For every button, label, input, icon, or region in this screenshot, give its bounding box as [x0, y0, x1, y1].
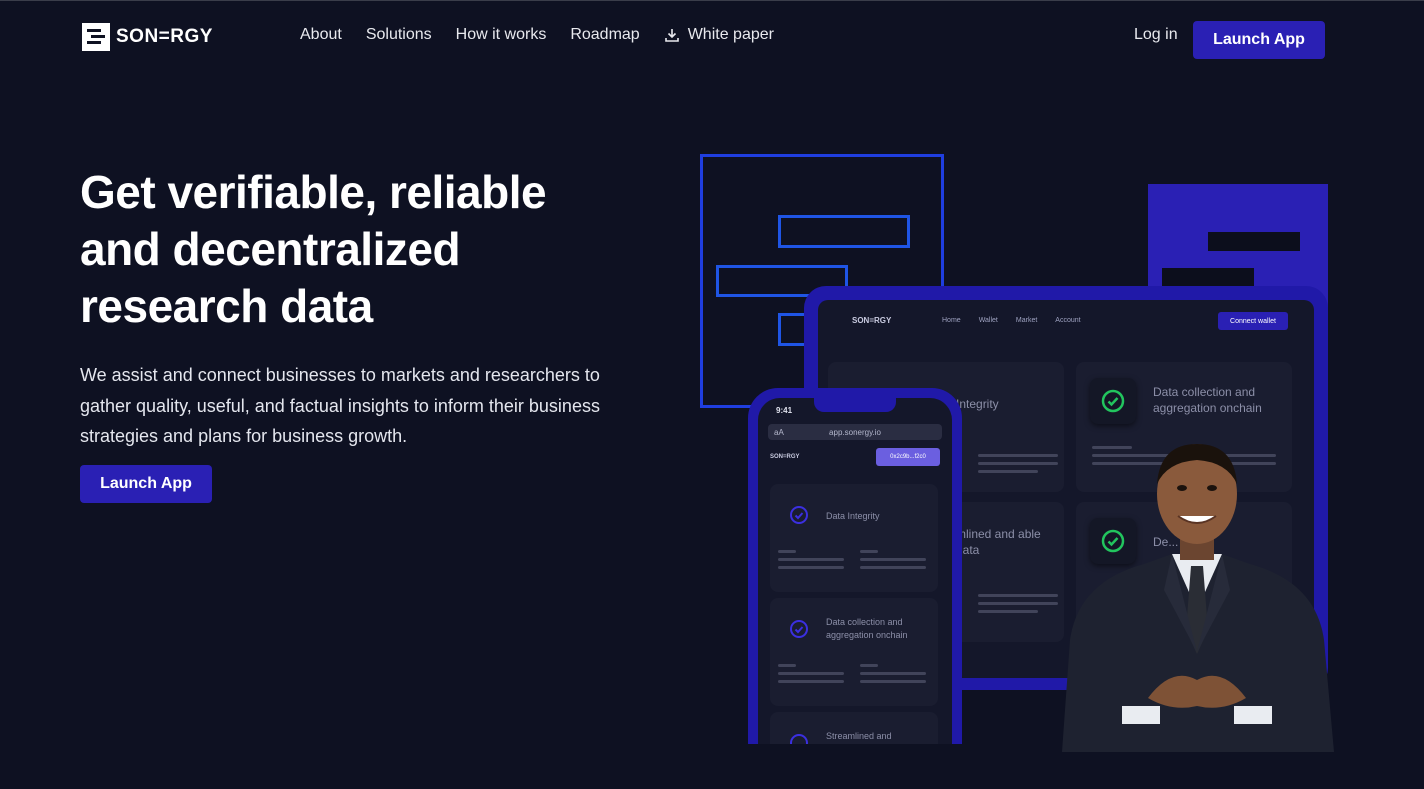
nav-white-paper[interactable]: White paper [664, 26, 774, 44]
phone-card-title: Streamlined and [826, 731, 892, 741]
decorative-bar [778, 215, 910, 248]
logo-text: SON=RGY [116, 26, 213, 47]
nav-how-it-works[interactable]: How it works [456, 26, 547, 44]
phone-card: Data collection and aggregation onchain [770, 598, 938, 706]
tablet-brand: SON=RGY [852, 316, 892, 325]
tablet-nav-item: Market [1015, 317, 1038, 324]
main-nav: About Solutions How it works Roadmap Whi… [300, 26, 774, 44]
tablet-connect-wallet: Connect wallet [1218, 312, 1288, 330]
phone-aa: aA [774, 427, 784, 437]
phone-url-bar: aA app.sonergy.io [768, 424, 942, 440]
tablet-nav-item: Wallet [978, 317, 998, 324]
hero-title-line: research data [80, 280, 373, 332]
check-icon [790, 506, 808, 524]
check-icon [790, 734, 808, 744]
hero-title: Get verifiable, reliable and decentraliz… [80, 164, 640, 335]
logo-mark-icon [82, 23, 110, 51]
phone-screen: 9:41 aA app.sonergy.io SON=RGY 0x2c9b...… [758, 398, 952, 744]
login-link[interactable]: Log in [1134, 26, 1178, 44]
phone-brand: SON=RGY [770, 454, 800, 460]
tablet-card-title: Data collection and aggregation onchain [1153, 385, 1262, 415]
tablet-nav-item: Account [1055, 317, 1081, 324]
phone-card-title: Data Integrity [826, 511, 880, 521]
nav-roadmap[interactable]: Roadmap [570, 26, 639, 44]
nav-about[interactable]: About [300, 26, 342, 44]
hero-launch-app-button[interactable]: Launch App [80, 465, 212, 503]
nav-solutions[interactable]: Solutions [366, 26, 432, 44]
phone-card-title: Data collection and aggregation onchain [826, 617, 908, 640]
check-icon [790, 620, 808, 638]
phone-card: Streamlined and [770, 712, 938, 744]
top-border [0, 0, 1424, 1]
tablet-card-title: Integrity [956, 397, 999, 411]
sonergy-logo[interactable]: SON=RGY [82, 23, 213, 51]
white-paper-label: White paper [687, 26, 774, 43]
phone-url: app.sonergy.io [829, 427, 881, 437]
phone-wallet-badge: 0x2c9b...f2c0 [876, 448, 940, 466]
phone-mockup: 9:41 aA app.sonergy.io SON=RGY 0x2c9b...… [748, 388, 962, 744]
phone-time: 9:41 [776, 406, 793, 415]
phone-card: Data Integrity [770, 484, 938, 592]
tablet-nav: Home Wallet Market Account [942, 317, 1081, 324]
businessman-image [1062, 444, 1334, 752]
nav-launch-app-button[interactable]: Launch App [1193, 21, 1325, 59]
tablet-card-title: mlined and able data [956, 527, 1041, 557]
hero-title-line: Get verifiable, reliable [80, 166, 547, 218]
download-icon [664, 29, 679, 42]
tablet-nav-item: Home [942, 317, 961, 324]
hero-title-line: and decentralized [80, 223, 461, 275]
hero-description: We assist and connect businesses to mark… [80, 365, 600, 446]
check-icon [1090, 378, 1136, 424]
